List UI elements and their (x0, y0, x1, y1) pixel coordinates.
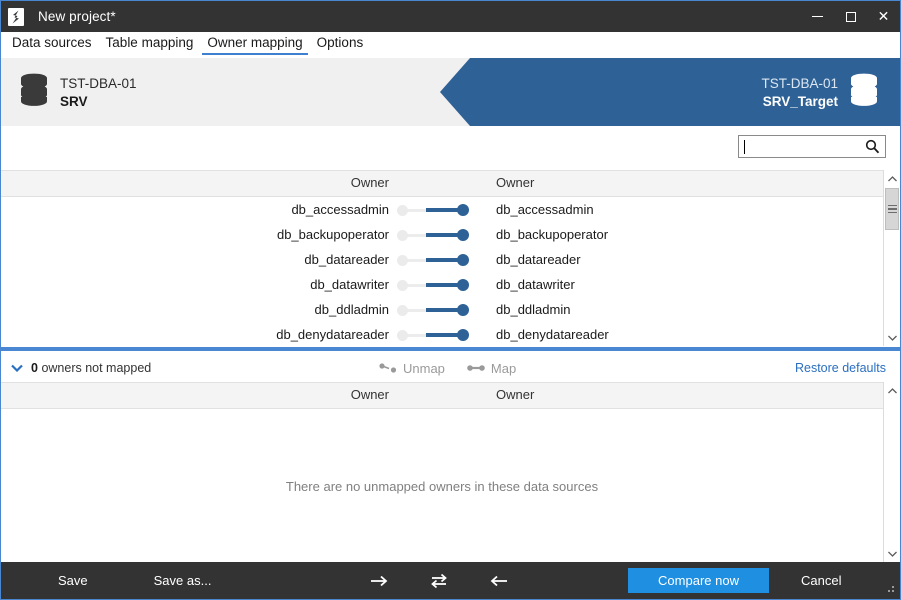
cancel-button[interactable]: Cancel (801, 573, 841, 588)
source-owner: db_accessadmin (291, 202, 389, 217)
restore-defaults-link[interactable]: Restore defaults (795, 361, 886, 375)
save-as-button[interactable]: Save as... (154, 573, 212, 588)
chevron-down-icon[interactable] (9, 364, 25, 372)
database-icon (19, 73, 49, 112)
link-icon (467, 361, 485, 376)
mapped-owners-panel: Owner Owner db_accessadmin db_accessadmi… (1, 170, 900, 346)
target-owner: db_datareader (496, 252, 581, 267)
table-row[interactable]: db_accessadmin db_accessadmin (1, 197, 900, 222)
map-actions: Unmap Map (379, 361, 516, 376)
scroll-up-icon[interactable] (884, 170, 900, 187)
column-header-owner-source: Owner (350, 175, 389, 190)
source-database-name: SRV (60, 93, 88, 109)
source-endpoint[interactable]: TST-DBA-01 SRV (19, 58, 137, 126)
table-row[interactable]: db_denydatareader db_denydatareader (1, 322, 900, 346)
source-owner: db_backupoperator (276, 227, 389, 242)
search-icon[interactable] (865, 139, 880, 154)
unmap-button[interactable]: Unmap (379, 361, 445, 376)
mapped-grid-header: Owner Owner (1, 170, 900, 197)
unmapped-owners-panel: Owner Owner There are no unmapped owners… (1, 382, 900, 562)
search-box[interactable] (738, 135, 886, 158)
column-header-owner-target: Owner (496, 175, 535, 190)
compare-now-button[interactable]: Compare now (628, 568, 769, 593)
source-owner: db_denydatareader (276, 327, 389, 342)
source-owner: db_ddladmin (314, 302, 389, 317)
tab-data-sources[interactable]: Data sources (5, 32, 99, 55)
unmap-label: Unmap (403, 360, 445, 376)
title-bar: New project* ✕ (1, 1, 900, 32)
unmapped-count-value: 0 (31, 361, 38, 375)
unmapped-grid-header: Owner Owner (1, 382, 900, 409)
mapping-connector-icon[interactable] (389, 247, 484, 272)
panel-divider (1, 347, 900, 351)
table-row[interactable]: db_datawriter db_datawriter (1, 272, 900, 297)
unlink-icon (379, 361, 397, 376)
tab-options[interactable]: Options (310, 32, 371, 55)
column-header-owner-source: Owner (350, 387, 389, 402)
arrow-right-icon[interactable] (369, 574, 389, 588)
save-button[interactable]: Save (58, 573, 88, 588)
search-row (1, 126, 900, 170)
column-header-owner-target: Owner (496, 387, 535, 402)
search-input[interactable] (743, 136, 865, 157)
source-owner: db_datareader (304, 252, 389, 267)
source-owner: db_datawriter (310, 277, 389, 292)
target-owner: db_accessadmin (496, 202, 594, 217)
swap-arrows-icon[interactable] (429, 573, 449, 589)
middle-action-bar: 0 owners not mapped Unmap Map Restore de… (1, 354, 900, 382)
text-caret (744, 140, 745, 154)
target-owner: db_backupoperator (496, 227, 609, 242)
unmapped-count-text: owners not mapped (41, 361, 152, 375)
mapping-connector-icon[interactable] (389, 322, 484, 346)
target-endpoint[interactable]: TST-DBA-01 SRV_Target (761, 58, 879, 126)
mapped-panel-scrollbar[interactable] (883, 170, 900, 346)
target-database-name: SRV_Target (762, 93, 838, 109)
scroll-up-icon[interactable] (884, 382, 900, 399)
endpoints-header: TST-DBA-01 SRV TST-DBA-01 SRV_Target (1, 58, 900, 126)
scroll-down-icon[interactable] (884, 329, 900, 346)
tab-table-mapping[interactable]: Table mapping (99, 32, 201, 55)
application-window: New project* ✕ Data sources Table mappin… (0, 0, 901, 600)
scrollbar-thumb[interactable] (885, 188, 899, 230)
apexsql-logo-icon (8, 7, 24, 26)
target-owner: db_ddladmin (496, 302, 571, 317)
mapped-rows: db_accessadmin db_accessadmin db_backupo… (1, 197, 900, 346)
map-button[interactable]: Map (467, 361, 516, 376)
mapping-connector-icon[interactable] (389, 297, 484, 322)
table-row[interactable]: db_ddladmin db_ddladmin (1, 297, 900, 322)
unmapped-panel-scrollbar[interactable] (883, 382, 900, 562)
bottom-toolbar: Save Save as... Compare now Cancel (1, 562, 900, 599)
table-row[interactable]: db_backupoperator db_backupoperator (1, 222, 900, 247)
target-owner: db_denydatareader (496, 327, 609, 342)
resize-grip-icon[interactable] (886, 586, 895, 595)
mapping-connector-icon[interactable] (389, 197, 484, 222)
unmapped-count-label: 0 owners not mapped (31, 361, 151, 375)
tab-owner-mapping[interactable]: Owner mapping (200, 32, 309, 55)
target-server-name: TST-DBA-01 (761, 75, 838, 91)
source-server-name: TST-DBA-01 (60, 75, 137, 91)
close-icon[interactable]: ✕ (867, 1, 900, 32)
arrow-left-icon[interactable] (489, 574, 509, 588)
table-row[interactable]: db_datareader db_datareader (1, 247, 900, 272)
window-title: New project* (38, 9, 116, 24)
direction-controls (369, 573, 509, 589)
window-controls: ✕ (801, 1, 900, 32)
map-label: Map (490, 360, 517, 376)
database-icon (849, 73, 879, 112)
scroll-down-icon[interactable] (884, 545, 900, 562)
empty-state-message: There are no unmapped owners in these da… (285, 479, 599, 494)
maximize-icon[interactable] (834, 1, 867, 32)
minimize-icon[interactable] (801, 1, 834, 32)
mapping-connector-icon[interactable] (389, 272, 484, 297)
mapping-connector-icon[interactable] (389, 222, 484, 247)
target-owner: db_datawriter (496, 277, 575, 292)
tab-bar: Data sources Table mapping Owner mapping… (1, 32, 900, 58)
